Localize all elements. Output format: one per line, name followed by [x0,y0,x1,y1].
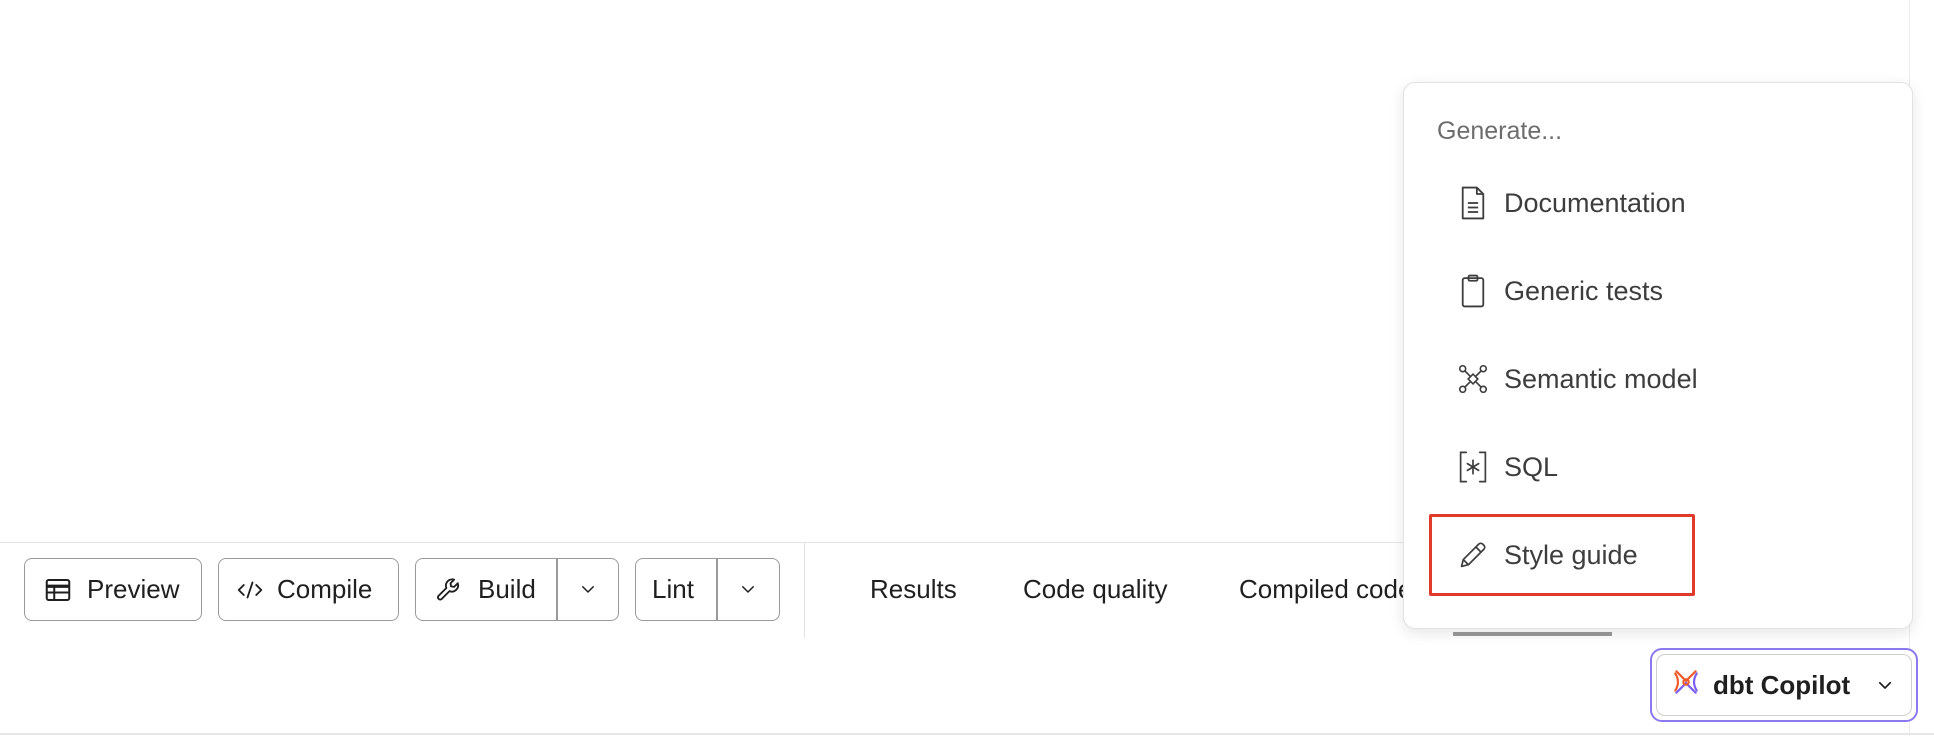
lint-label: Lint [652,574,694,604]
menu-item-documentation[interactable]: Documentation [1456,175,1686,231]
clipboard-icon [1456,272,1490,310]
menu-item-semantic-model[interactable]: Semantic model [1456,351,1698,407]
dbt-logo-icon [1671,667,1701,704]
code-icon [233,573,267,607]
lint-button[interactable]: Lint [636,559,716,620]
build-label: Build [478,574,536,604]
bracket-asterisk-icon [1456,448,1490,486]
menu-header: Generate... [1437,117,1563,145]
toolbar-vertical-divider [804,542,805,638]
document-icon [1456,184,1490,222]
bottom-border [0,733,1934,735]
style-guide-highlight-box [1429,514,1695,596]
tab-results[interactable]: Results [870,574,957,605]
lint-split-button: Lint [635,558,780,621]
preview-button[interactable]: Preview [24,558,202,621]
menu-item-label: Generic tests [1504,275,1664,306]
chevron-down-icon [739,574,757,605]
menu-item-label: Documentation [1504,187,1686,218]
menu-item-label: SQL [1504,451,1559,482]
tab-compiled-code[interactable]: Compiled code [1239,574,1404,605]
compile-button[interactable]: Compile [218,558,399,621]
dbt-copilot-button[interactable]: dbt Copilot [1656,654,1912,716]
chevron-down-icon [1876,676,1894,694]
compile-label: Compile [277,574,373,604]
table-icon [41,573,75,607]
tab-code-quality[interactable]: Code quality [1023,574,1168,605]
copilot-label: dbt Copilot [1713,669,1851,700]
menu-item-generic-tests[interactable]: Generic tests [1456,263,1663,319]
build-button[interactable]: Build [416,559,556,620]
menu-item-label: Semantic model [1504,363,1698,394]
build-options-button[interactable] [558,559,619,620]
active-tab-underline [1453,632,1612,636]
menu-item-sql[interactable]: SQL [1456,439,1558,495]
copilot-button-focus-ring: dbt Copilot [1650,648,1918,722]
build-split-button: Build [415,558,619,621]
wrench-icon [432,573,466,607]
network-icon [1456,360,1490,398]
lint-options-button[interactable] [718,559,780,620]
preview-label: Preview [87,574,180,604]
chevron-down-icon [579,574,597,605]
